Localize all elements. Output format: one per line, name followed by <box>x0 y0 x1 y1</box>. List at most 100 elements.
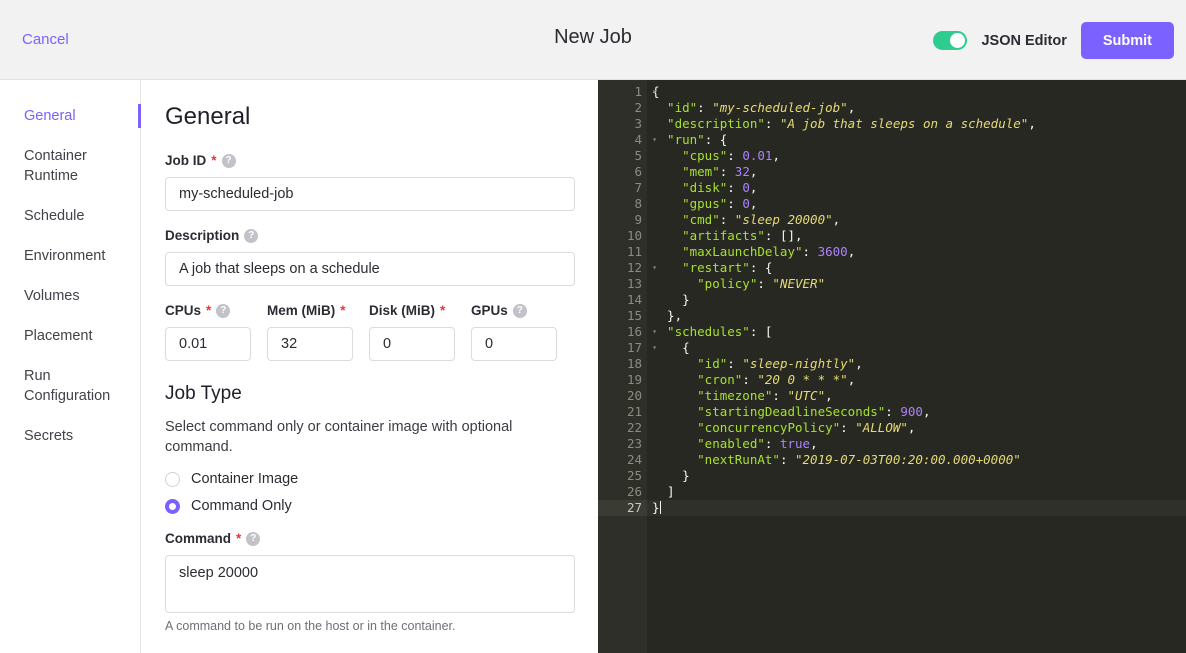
job-type-description: Select command only or container image w… <box>165 419 513 455</box>
line-number: 27 <box>598 500 647 516</box>
code-line[interactable]: 17 ▾ { <box>598 340 1186 356</box>
code-text: "disk": 0, <box>652 180 758 195</box>
fold-arrow-icon[interactable]: ▾ <box>652 340 657 356</box>
code-line[interactable]: 18 "id": "sleep-nightly", <box>598 356 1186 372</box>
field-mem: Mem (MiB) * <box>267 302 353 361</box>
line-number: 6 <box>598 164 647 180</box>
description-label-row: Description ? <box>165 227 598 245</box>
field-gpus: GPUs ? <box>471 302 557 361</box>
help-icon[interactable]: ? <box>221 154 236 168</box>
fold-arrow-icon[interactable]: ▾ <box>652 260 657 276</box>
field-cpus: CPUs * ? <box>165 302 251 361</box>
line-number: 20 <box>598 388 647 404</box>
code-line[interactable]: 10 "artifacts": [], <box>598 228 1186 244</box>
code-line[interactable]: 5 "cpus": 0.01, <box>598 148 1186 164</box>
help-icon[interactable]: ? <box>216 304 231 318</box>
job-type-title: Job Type <box>165 383 242 404</box>
code-line[interactable]: 12 ▾ "restart": { <box>598 260 1186 276</box>
code-text: "gpus": 0, <box>652 196 758 211</box>
code-text: { <box>652 340 690 355</box>
code-line[interactable]: 22 "concurrencyPolicy": "ALLOW", <box>598 420 1186 436</box>
toggle-knob <box>950 33 966 48</box>
code-line[interactable]: 2 "id": "my-scheduled-job", <box>598 100 1186 116</box>
code-line[interactable]: 13 "policy": "NEVER" <box>598 276 1186 292</box>
code-text: "policy": "NEVER" <box>652 276 826 291</box>
sidebar-item-environment[interactable]: Environment <box>0 236 140 276</box>
code-line[interactable]: 26 ] <box>598 484 1186 500</box>
code-line[interactable]: 14 } <box>598 292 1186 308</box>
code-line[interactable]: 7 "disk": 0, <box>598 180 1186 196</box>
code-text: }, <box>652 308 683 323</box>
gpus-label-row: GPUs ? <box>471 302 557 320</box>
sidebar-item-volumes[interactable]: Volumes <box>0 276 140 316</box>
radio-icon[interactable] <box>165 471 180 487</box>
code-text: { <box>652 84 660 99</box>
code-line[interactable]: 19 "cron": "20 0 * * *", <box>598 372 1186 388</box>
fold-arrow-icon[interactable]: ▾ <box>652 84 657 100</box>
disk-input[interactable] <box>369 327 455 361</box>
code-line[interactable]: 25 } <box>598 468 1186 484</box>
cpus-input[interactable] <box>165 327 251 361</box>
code-line[interactable]: 6 "mem": 32, <box>598 164 1186 180</box>
code-text: "timezone": "UTC", <box>652 388 833 403</box>
radio-option-command-only[interactable]: Command Only <box>165 496 598 516</box>
help-icon[interactable]: ? <box>512 304 527 318</box>
help-icon[interactable]: ? <box>244 229 259 243</box>
line-number: 16 ▾ <box>598 324 657 340</box>
code-line[interactable]: 4 ▾ "run": { <box>598 132 1186 148</box>
code-line[interactable]: 27} <box>598 500 1186 516</box>
code-line[interactable]: 1 ▾{ <box>598 84 1186 100</box>
line-number: 4 ▾ <box>598 132 657 148</box>
code-line[interactable]: 23 "enabled": true, <box>598 436 1186 452</box>
json-editor-toggle[interactable] <box>933 31 968 50</box>
code-line[interactable]: 16 ▾ "schedules": [ <box>598 324 1186 340</box>
line-number: 3 <box>598 116 647 132</box>
sidebar-item-placement[interactable]: Placement <box>0 316 140 356</box>
json-editor[interactable]: 1 ▾{2 "id": "my-scheduled-job", 3 "descrip… <box>598 80 1186 653</box>
sidebar-item-secrets[interactable]: Secrets <box>0 416 140 456</box>
line-number: 8 <box>598 196 647 212</box>
mem-input[interactable] <box>267 327 353 361</box>
editor-lines[interactable]: 1 ▾{2 "id": "my-scheduled-job", 3 "descrip… <box>598 80 1186 516</box>
code-text: "cpus": 0.01, <box>652 148 780 163</box>
line-number: 10 <box>598 228 647 244</box>
code-text: "nextRunAt": "2019-07-03T00:20:00.000+00… <box>652 452 1021 467</box>
sidebar-item-run-configuration[interactable]: Run Configuration <box>0 356 140 416</box>
line-number: 1 ▾ <box>598 84 657 100</box>
required-asterisk: * <box>236 531 242 546</box>
submit-button[interactable]: Submit <box>1080 22 1174 59</box>
gpus-input[interactable] <box>471 327 557 361</box>
help-icon[interactable]: ? <box>246 532 261 546</box>
description-input[interactable] <box>165 252 575 286</box>
fold-arrow-icon[interactable]: ▾ <box>652 132 657 148</box>
header-actions: JSON Editor Submit <box>933 22 1174 59</box>
sidebar-item-general[interactable]: General <box>0 96 141 136</box>
line-number: 19 <box>598 372 647 388</box>
radio-icon-selected[interactable] <box>165 498 180 514</box>
job-id-label: Job ID <box>165 153 207 168</box>
code-line[interactable]: 20 "timezone": "UTC", <box>598 388 1186 404</box>
command-label-row: Command * ? <box>165 530 598 548</box>
code-text: "mem": 32, <box>652 164 758 179</box>
radio-label: Command Only <box>191 498 292 514</box>
code-text: "enabled": true, <box>652 436 818 451</box>
job-id-input[interactable] <box>165 177 575 211</box>
code-line[interactable]: 9 "cmd": "sleep 20000", <box>598 212 1186 228</box>
line-number: 7 <box>598 180 647 196</box>
radio-option-container-image[interactable]: Container Image <box>165 469 598 489</box>
code-text: "description": "A job that sleeps on a s… <box>652 116 1036 131</box>
code-line[interactable]: 21 "startingDeadlineSeconds": 900, <box>598 404 1186 420</box>
sidebar-item-schedule[interactable]: Schedule <box>0 196 140 236</box>
line-number: 18 <box>598 356 647 372</box>
text-cursor <box>659 501 661 514</box>
code-line[interactable]: 15 }, <box>598 308 1186 324</box>
code-line[interactable]: 3 "description": "A job that sleeps on a… <box>598 116 1186 132</box>
code-line[interactable]: 24 "nextRunAt": "2019-07-03T00:20:00.000… <box>598 452 1186 468</box>
sidebar-item-container-runtime[interactable]: Container Runtime <box>0 136 140 196</box>
line-number: 15 <box>598 308 647 324</box>
code-line[interactable]: 11 "maxLaunchDelay": 3600, <box>598 244 1186 260</box>
code-line[interactable]: 8 "gpus": 0, <box>598 196 1186 212</box>
command-textarea[interactable]: sleep 20000 <box>165 555 575 613</box>
fold-arrow-icon[interactable]: ▾ <box>652 324 657 340</box>
field-job-id: Job ID * ? <box>165 152 598 211</box>
